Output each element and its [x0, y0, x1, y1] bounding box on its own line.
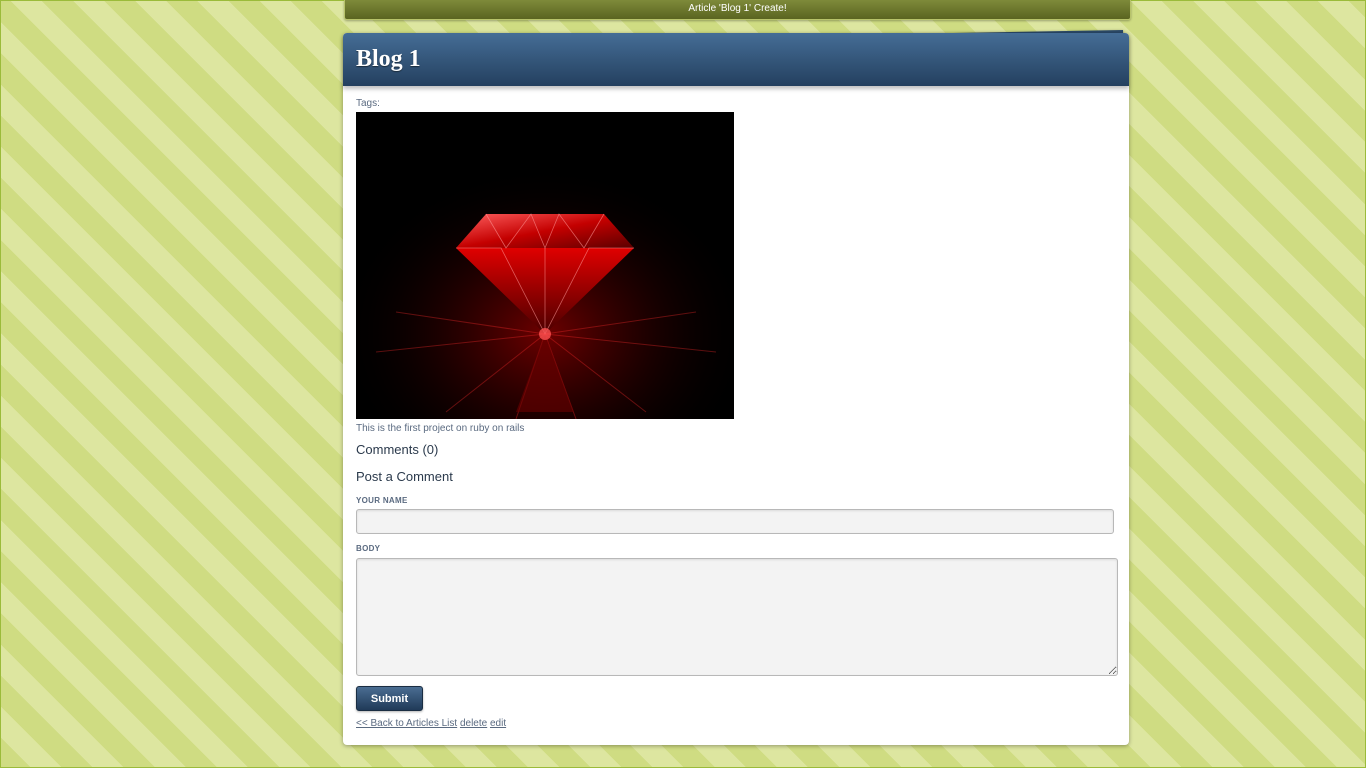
- submit-button[interactable]: Submit: [356, 686, 423, 711]
- post-comment-heading: Post a Comment: [356, 469, 453, 484]
- article-header: Blog 1: [343, 33, 1129, 86]
- body-label: BODY: [356, 544, 381, 553]
- article-title: Blog 1: [356, 46, 421, 72]
- tags-label: Tags:: [356, 98, 380, 109]
- red-diamond-image: [356, 112, 734, 419]
- article-links: << Back to Articles List delete edit: [356, 718, 506, 729]
- flash-message: Article 'Blog 1' Create!: [344, 0, 1131, 20]
- article-body: This is the first project on ruby on rai…: [356, 423, 525, 434]
- back-to-articles-link[interactable]: << Back to Articles List: [356, 718, 457, 729]
- article-image: [356, 112, 734, 419]
- delete-link[interactable]: delete: [460, 718, 487, 729]
- article-panel: Blog 1 Tags: This is the first project o…: [343, 33, 1129, 745]
- edit-link[interactable]: edit: [490, 718, 506, 729]
- comments-heading: Comments (0): [356, 442, 439, 457]
- comment-body-textarea[interactable]: [356, 558, 1118, 676]
- your-name-input[interactable]: [356, 509, 1114, 534]
- your-name-label: YOUR NAME: [356, 496, 408, 505]
